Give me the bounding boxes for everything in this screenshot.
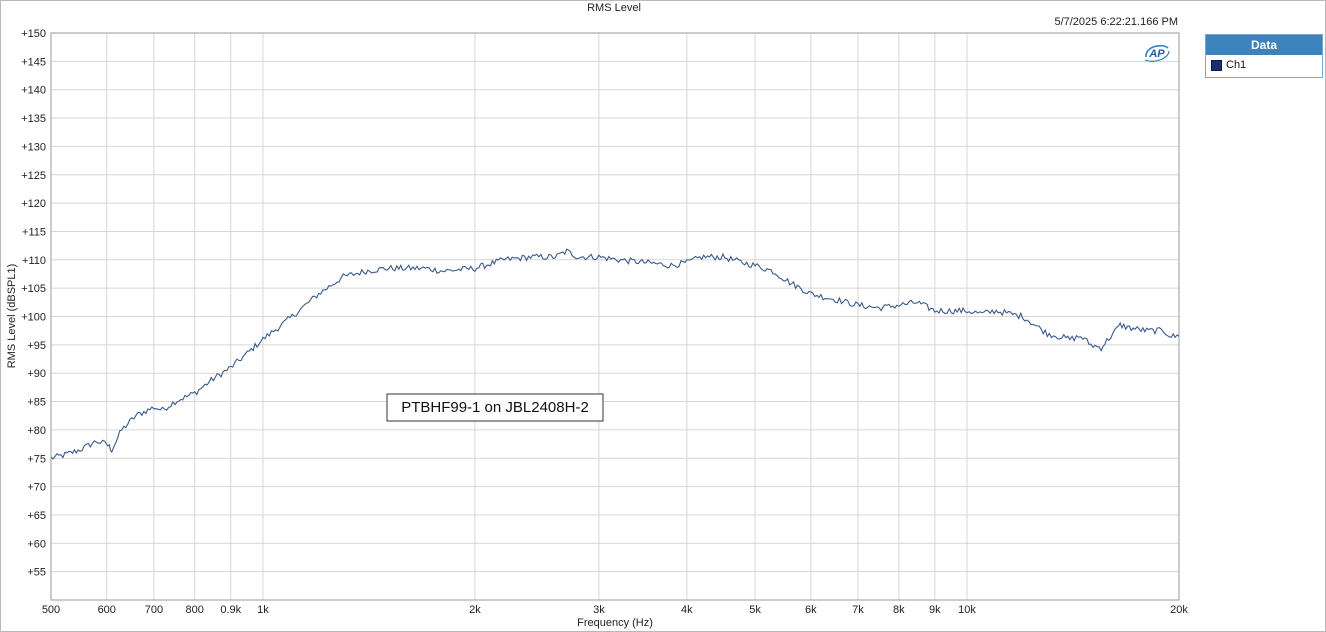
y-tick-label: +60 <box>27 538 46 550</box>
y-tick-label: +120 <box>21 198 46 210</box>
y-tick-label: +95 <box>27 340 46 352</box>
x-tick-label: 7k <box>852 604 864 616</box>
x-tick-label: 8k <box>893 604 905 616</box>
x-tick-label: 700 <box>145 604 163 616</box>
legend-swatch <box>1211 59 1222 71</box>
x-axis-title: Frequency (Hz) <box>577 617 653 629</box>
y-tick-label: +145 <box>21 56 46 68</box>
y-axis-ticks: +55 +60 +65 +70 +75 +80 +85 +90 +95 +100 +105 +110 +… <box>21 28 46 579</box>
y-tick-label: +130 <box>21 141 46 153</box>
x-tick-label: 6k <box>805 604 817 616</box>
legend-item-ch1[interactable]: Ch1 <box>1206 55 1322 75</box>
timestamp: 5/7/2025 6:22:21.166 PM <box>1054 16 1178 28</box>
series-layer <box>50 248 1180 460</box>
y-tick-label: +110 <box>22 255 46 267</box>
chart-title: RMS Level <box>587 2 641 14</box>
y-tick-label: +70 <box>27 482 46 494</box>
y-tick-label: +135 <box>21 113 46 125</box>
x-tick-label: 9k <box>929 604 941 616</box>
x-tick-label: 10k <box>958 604 976 616</box>
x-tick-label: 800 <box>186 604 204 616</box>
y-tick-label: +65 <box>27 510 46 522</box>
y-tick-label: +115 <box>22 226 46 238</box>
series-line-ch1 <box>50 248 1180 460</box>
x-tick-label: 5k <box>749 604 761 616</box>
y-axis-title: RMS Level (dBSPL1) <box>6 264 18 369</box>
chart-area: RMS Level 5/7/2025 6:22:21.166 PM +55 +60… <box>6 2 1189 629</box>
annotation-box: PTBHF99-1 on JBL2408H-2 <box>386 393 604 422</box>
x-tick-label: 2k <box>469 604 481 616</box>
legend-title: Data <box>1206 35 1322 55</box>
x-tick-label: 3k <box>593 604 605 616</box>
y-tick-label: +100 <box>21 312 46 324</box>
y-tick-label: +80 <box>27 425 46 437</box>
annotation-text: PTBHF99-1 on JBL2408H-2 <box>401 399 589 416</box>
y-tick-label: +75 <box>27 453 46 465</box>
y-tick-label: +140 <box>21 85 46 97</box>
y-tick-label: +150 <box>21 28 46 40</box>
y-tick-label: +125 <box>21 170 46 182</box>
ap-logo-text: AP <box>1148 48 1165 60</box>
x-tick-label: 4k <box>681 604 693 616</box>
ap-logo: AP <box>1143 42 1171 64</box>
x-tick-label: 20k <box>1170 604 1188 616</box>
y-tick-label: +90 <box>27 368 46 380</box>
grid <box>50 32 1180 600</box>
x-tick-label: 0.9k <box>220 604 241 616</box>
y-tick-label: +105 <box>21 283 46 295</box>
x-tick-label: 500 <box>42 604 60 616</box>
x-tick-label: 600 <box>98 604 116 616</box>
x-tick-label: 1k <box>257 604 269 616</box>
y-tick-label: +85 <box>27 397 46 409</box>
legend: Data Ch1 <box>1205 34 1323 78</box>
y-tick-label: +55 <box>27 567 46 579</box>
legend-item-label: Ch1 <box>1226 59 1247 71</box>
x-axis-ticks: 500 600 700 800 0.9k 1k 2k 3k 4k 5k 6k 7k 8k 9k 10k 20k <box>42 604 1189 616</box>
